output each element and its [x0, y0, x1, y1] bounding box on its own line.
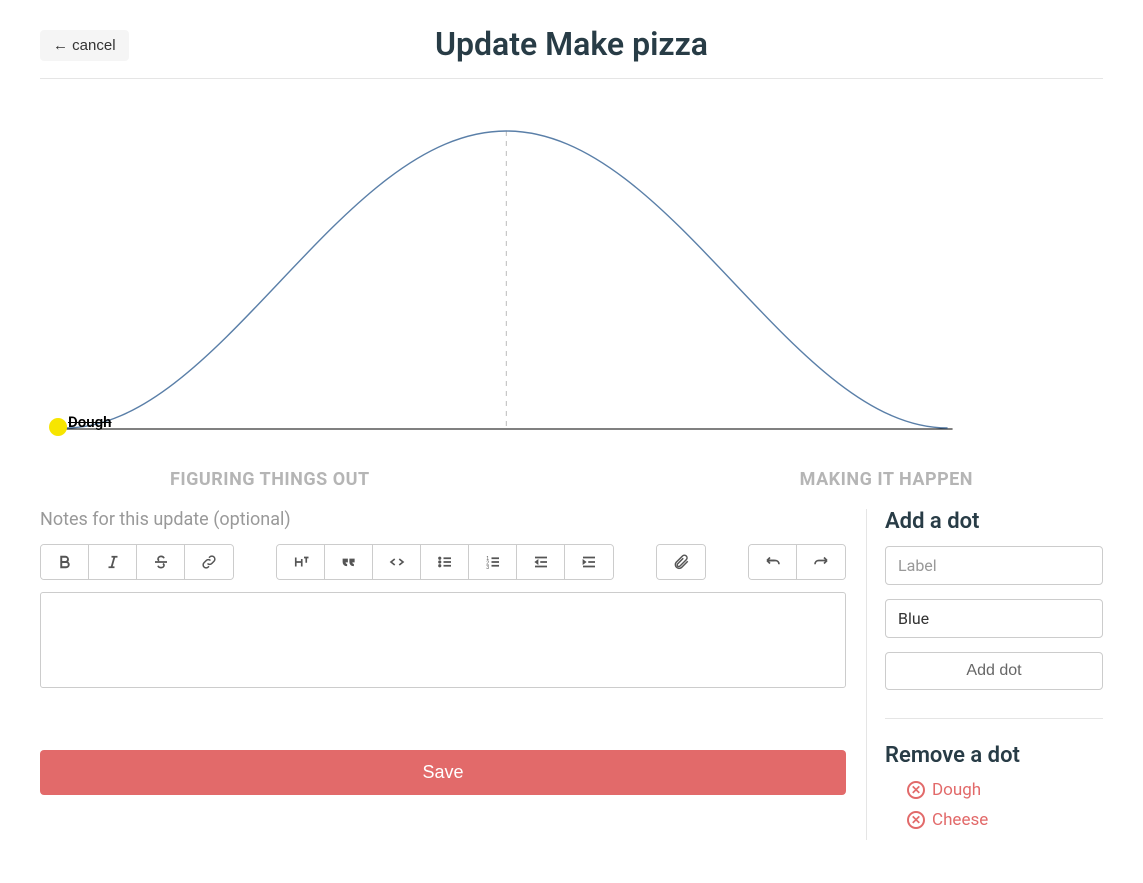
divider: [885, 718, 1103, 719]
indent-button[interactable]: [565, 545, 613, 579]
redo-button[interactable]: [797, 545, 845, 579]
dot-label-input[interactable]: [885, 546, 1103, 585]
quote-button[interactable]: [325, 545, 373, 579]
page-title: Update Make pizza: [40, 25, 1103, 63]
add-dot-button[interactable]: Add dot: [885, 652, 1103, 690]
strike-button[interactable]: [137, 545, 185, 579]
svg-text:3: 3: [486, 565, 489, 571]
undo-button[interactable]: [749, 545, 797, 579]
heading-icon: [292, 553, 310, 571]
outdent-icon: [532, 553, 550, 571]
bold-button[interactable]: [41, 545, 89, 579]
strike-icon: [152, 553, 170, 571]
italic-button[interactable]: [89, 545, 137, 579]
redo-icon: [812, 553, 830, 571]
remove-dot-title: Remove a dot: [885, 743, 1103, 768]
bold-icon: [56, 553, 74, 571]
indent-icon: [580, 553, 598, 571]
remove-icon: ✕: [907, 781, 925, 799]
remove-dot-item[interactable]: ✕ Cheese: [907, 810, 1103, 830]
save-button[interactable]: Save: [40, 750, 846, 795]
link-button[interactable]: [185, 545, 233, 579]
numbers-icon: 123: [484, 553, 502, 571]
phase-right-label: MAKING IT HAPPEN: [800, 469, 973, 490]
bullets-icon: [436, 553, 454, 571]
add-dot-title: Add a dot: [885, 509, 1103, 534]
numbers-button[interactable]: 123: [469, 545, 517, 579]
dot-color-select[interactable]: [885, 599, 1103, 638]
hill-chart[interactable]: Dough FIGURING THINGS OUT MAKING IT HAPP…: [40, 109, 1103, 469]
heading-button[interactable]: [277, 545, 325, 579]
code-icon: [388, 553, 406, 571]
notes-editor[interactable]: [40, 592, 846, 688]
bullets-button[interactable]: [421, 545, 469, 579]
outdent-button[interactable]: [517, 545, 565, 579]
quote-icon: [340, 553, 358, 571]
dot-label: Dough: [68, 413, 112, 431]
link-icon: [200, 553, 218, 571]
remove-icon: ✕: [907, 811, 925, 829]
remove-dot-item[interactable]: ✕ Dough: [907, 780, 1103, 800]
cancel-button[interactable]: ← cancel: [40, 30, 129, 61]
undo-icon: [764, 553, 782, 571]
dot-label-stack: Dough: [68, 415, 112, 430]
dot-marker[interactable]: [49, 418, 67, 436]
paperclip-icon: [672, 553, 690, 571]
code-button[interactable]: [373, 545, 421, 579]
phase-left-label: FIGURING THINGS OUT: [170, 469, 370, 490]
notes-label: Notes for this update (optional): [40, 509, 846, 530]
remove-dot-label: Dough: [932, 780, 981, 800]
editor-toolbar: 123: [40, 544, 846, 580]
remove-dot-label: Cheese: [932, 810, 988, 830]
italic-icon: [104, 553, 122, 571]
attach-button[interactable]: [657, 545, 705, 579]
